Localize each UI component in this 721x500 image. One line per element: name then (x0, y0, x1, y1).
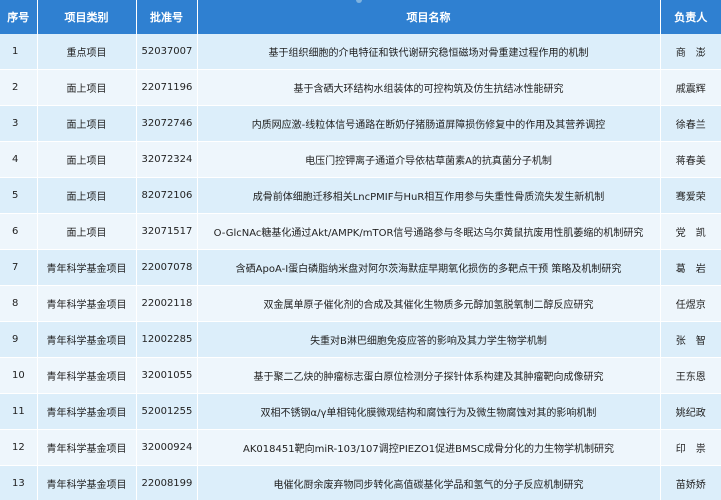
cell-approval-no: 22008199 (136, 465, 198, 500)
table-row: 5 面上项目 82072106 成骨前体细胞迁移相关LncPMIF与HuR相互作用参与… (0, 177, 721, 214)
table-row: 11 青年科学基金项目 52001255 双相不锈钢α/γ单相钝化膜微观结构和腐蚀行为… (0, 393, 721, 430)
cell-category: 青年科学基金项目 (37, 321, 137, 358)
cell-no: 4 (0, 141, 38, 178)
cell-project-name: O-GlcNAc糖基化通过Akt/AMPK/mTOR信号通路参与冬眠达乌尔黄鼠抗… (197, 213, 661, 250)
cell-leader: 张 智 (660, 321, 721, 358)
cell-approval-no: 52037007 (136, 34, 198, 70)
cell-approval-no: 22007078 (136, 249, 198, 286)
cell-approval-no: 32000924 (136, 429, 198, 466)
table-row: 12 青年科学基金项目 32000924 AK018451靶向miR-103/107调… (0, 429, 721, 466)
cell-leader: 姚纪政 (660, 393, 721, 430)
cell-no: 9 (0, 321, 38, 358)
cell-no: 5 (0, 177, 38, 214)
cell-leader: 商 澎 (660, 34, 721, 70)
table-row: 2 面上项目 22071196 基于含硒大环结构水组装体的可控构筑及仿生抗结冰性能研究… (0, 69, 721, 106)
table-row: 13 青年科学基金项目 22008199 电催化厨余废弃物同步转化高值碳基化学品和氢气… (0, 465, 721, 500)
cell-category: 面上项目 (37, 177, 137, 214)
cell-approval-no: 82072106 (136, 177, 198, 214)
cell-no: 10 (0, 357, 38, 394)
cell-project-name: 内质网应激-线粒体信号通路在断奶仔猪肠道屏障损伤修复中的作用及其营养调控 (197, 105, 661, 142)
table-row: 6 面上项目 32071517 O-GlcNAc糖基化通过Akt/AMPK/mTOR信… (0, 213, 721, 250)
table-row: 4 面上项目 32072324 电压门控钾离子通道介导依枯草菌素A的抗真菌分子机制 蒋春… (0, 141, 721, 178)
cell-no: 8 (0, 285, 38, 322)
cell-leader: 戚震辉 (660, 69, 721, 106)
cell-no: 2 (0, 69, 38, 106)
cell-project-name: 含硒ApoA-I蛋白磷脂纳米盘对阿尔茨海默症早期氧化损伤的多靶点干预 策略及机制… (197, 249, 661, 286)
cell-approval-no: 32072746 (136, 105, 198, 142)
cell-project-name: 电催化厨余废弃物同步转化高值碳基化学品和氢气的分子反应机制研究 (197, 465, 661, 500)
cell-no: 13 (0, 465, 38, 500)
cell-category: 面上项目 (37, 141, 137, 178)
cell-leader: 印 祟 (660, 429, 721, 466)
cell-leader: 蒋春美 (660, 141, 721, 178)
cell-approval-no: 32001055 (136, 357, 198, 394)
header-category: 项目类别 (37, 0, 137, 34)
cell-leader: 任煜京 (660, 285, 721, 322)
cell-leader: 徐春兰 (660, 105, 721, 142)
cell-project-name: 基于聚二乙炔的肿瘤标志蛋白原位检测分子探针体系构建及其肿瘤靶向成像研究 (197, 357, 661, 394)
table-row: 1 重点项目 52037007 基于组织细胞的介电特征和铁代谢研究稳恒磁场对骨重建过程… (0, 34, 721, 70)
cell-category: 面上项目 (37, 105, 137, 142)
cell-project-name: 双金属单原子催化剂的合成及其催化生物质多元醇加氢脱氧制二醇反应研究 (197, 285, 661, 322)
header-approval-no: 批准号 (136, 0, 198, 34)
cell-project-name: 双相不锈钢α/γ单相钝化膜微观结构和腐蚀行为及微生物腐蚀对其的影响机制 (197, 393, 661, 430)
header-no: 序号 (0, 0, 38, 34)
cell-approval-no: 22002118 (136, 285, 198, 322)
cell-no: 11 (0, 393, 38, 430)
cell-project-name: 基于含硒大环结构水组装体的可控构筑及仿生抗结冰性能研究 (197, 69, 661, 106)
cell-category: 青年科学基金项目 (37, 465, 137, 500)
cell-leader: 葛 岩 (660, 249, 721, 286)
cell-leader: 骞爱荣 (660, 177, 721, 214)
cell-category: 青年科学基金项目 (37, 429, 137, 466)
cell-project-name: 基于组织细胞的介电特征和铁代谢研究稳恒磁场对骨重建过程作用的机制 (197, 34, 661, 70)
table-row: 9 青年科学基金项目 12002285 失重对B淋巴细胞免疫应答的影响及其力学生物学机… (0, 321, 721, 358)
cell-leader: 党 凯 (660, 213, 721, 250)
cell-category: 面上项目 (37, 213, 137, 250)
cell-no: 3 (0, 105, 38, 142)
project-table: 序号 项目类别 批准号 项目名称 负责人 1 重点项目 52037007 基于组织细胞… (0, 0, 721, 500)
cell-approval-no: 32072324 (136, 141, 198, 178)
cell-no: 1 (0, 34, 38, 70)
cell-category: 青年科学基金项目 (37, 285, 137, 322)
cell-approval-no: 32071517 (136, 213, 198, 250)
cell-project-name: AK018451靶向miR-103/107调控PIEZO1促进BMSC成骨分化的… (197, 429, 661, 466)
cell-category: 青年科学基金项目 (37, 249, 137, 286)
cell-project-name: 失重对B淋巴细胞免疫应答的影响及其力学生物学机制 (197, 321, 661, 358)
cell-leader: 苗娇娇 (660, 465, 721, 500)
cell-project-name: 成骨前体细胞迁移相关LncPMIF与HuR相互作用参与失重性骨质流失发生新机制 (197, 177, 661, 214)
page: 序号 项目类别 批准号 项目名称 负责人 1 重点项目 52037007 基于组织细胞… (0, 0, 721, 500)
header-project-name: 项目名称 (197, 0, 661, 34)
table-row: 8 青年科学基金项目 22002118 双金属单原子催化剂的合成及其催化生物质多元醇加… (0, 285, 721, 322)
cell-project-name: 电压门控钾离子通道介导依枯草菌素A的抗真菌分子机制 (197, 141, 661, 178)
cell-category: 青年科学基金项目 (37, 357, 137, 394)
table-row: 3 面上项目 32072746 内质网应激-线粒体信号通路在断奶仔猪肠道屏障损伤修复中… (0, 105, 721, 142)
cell-no: 12 (0, 429, 38, 466)
header-row: 序号 项目类别 批准号 项目名称 负责人 (0, 0, 721, 34)
table-row: 7 青年科学基金项目 22007078 含硒ApoA-I蛋白磷脂纳米盘对阿尔茨海默症早… (0, 249, 721, 286)
cell-category: 重点项目 (37, 34, 137, 70)
cell-no: 6 (0, 213, 38, 250)
cell-approval-no: 12002285 (136, 321, 198, 358)
table-row: 10 青年科学基金项目 32001055 基于聚二乙炔的肿瘤标志蛋白原位检测分子探针体… (0, 357, 721, 394)
header-leader: 负责人 (660, 0, 721, 34)
cell-approval-no: 52001255 (136, 393, 198, 430)
table-body: 1 重点项目 52037007 基于组织细胞的介电特征和铁代谢研究稳恒磁场对骨重建过程… (0, 34, 721, 500)
cell-approval-no: 22071196 (136, 69, 198, 106)
cell-no: 7 (0, 249, 38, 286)
cell-leader: 王东恩 (660, 357, 721, 394)
cell-category: 青年科学基金项目 (37, 393, 137, 430)
table-header: 序号 项目类别 批准号 项目名称 负责人 (0, 0, 721, 34)
cell-category: 面上项目 (37, 69, 137, 106)
